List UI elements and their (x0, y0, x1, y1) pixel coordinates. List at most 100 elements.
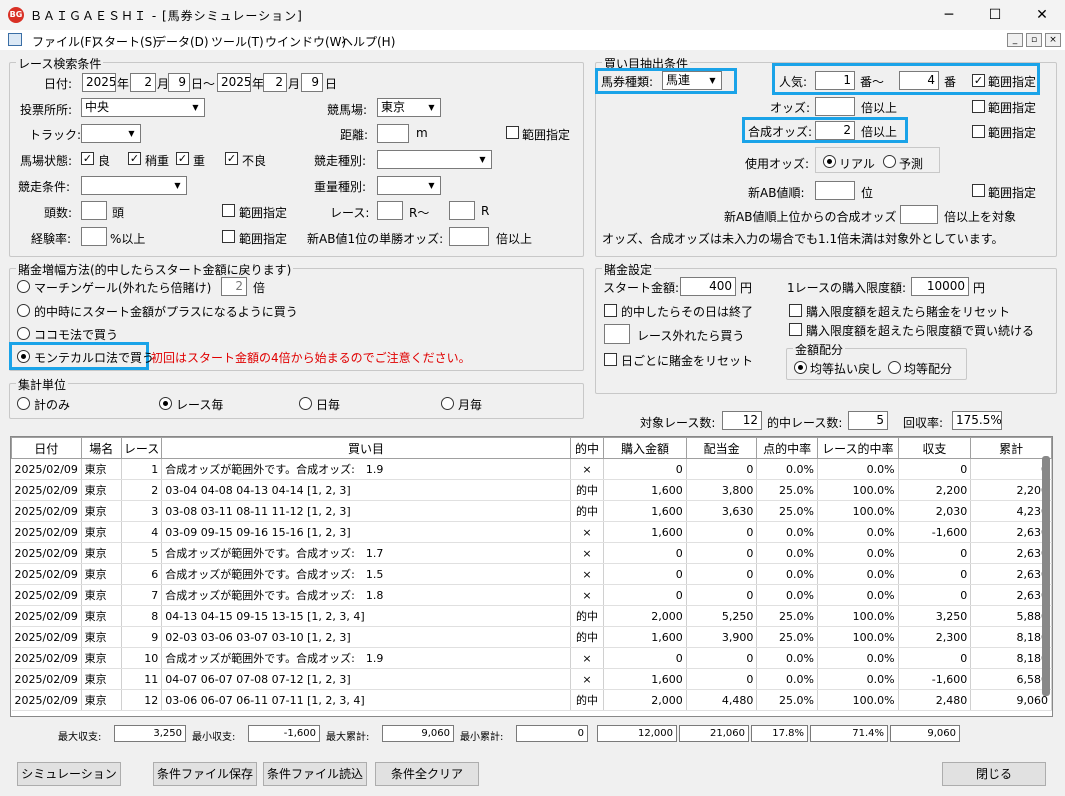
cond-good-checkbox[interactable]: ✓ (81, 152, 94, 165)
martingale-multiplier-input[interactable]: 2 (221, 277, 247, 296)
daily-reset-checkbox[interactable] (604, 353, 617, 366)
popularity-range-checkbox[interactable]: ✓ (972, 74, 985, 87)
ab-rank-input[interactable] (815, 181, 855, 200)
heads-input[interactable] (81, 201, 107, 220)
odds-input[interactable] (815, 97, 855, 116)
ticket-type-select[interactable]: 馬連 ▼ (662, 71, 722, 90)
column-header[interactable]: 点的中率 (756, 437, 818, 459)
from-month-input[interactable]: 2 (130, 73, 156, 92)
plus-on-hit-radio[interactable] (17, 304, 30, 317)
cond-bad-checkbox[interactable]: ✓ (225, 152, 238, 165)
ab-rank-range-checkbox[interactable] (972, 184, 985, 197)
table-row[interactable]: 2025/02/09 東京 6 合成オッズが範囲外です。合成オッズ: 1.5 × 0 0 0.… (11, 563, 1052, 585)
race-condition-select[interactable]: ▼ (81, 176, 187, 195)
table-row[interactable]: 2025/02/09 東京 8 04-13 04-15 09-15 13-15 [1,… (11, 605, 1052, 627)
menu-help[interactable]: ヘルプ(H) (341, 33, 395, 50)
column-header[interactable]: 累計 (970, 437, 1052, 459)
exp-input[interactable] (81, 227, 107, 246)
purchase-limit-input[interactable]: 10000 (911, 277, 969, 296)
column-header[interactable]: 収支 (897, 437, 972, 459)
menu-file[interactable]: ファイル(F) (32, 33, 96, 50)
close-window-button[interactable]: ✕ (1019, 0, 1065, 30)
table-cell: 4,480 (686, 689, 758, 711)
unit-month-radio[interactable] (441, 397, 454, 410)
save-conditions-button[interactable]: 条件ファイル保存 (153, 762, 257, 786)
window-title: ＢＡＩＧＡＥＳＨＩ - [馬券シミュレーション] (30, 9, 303, 23)
odds-real-radio[interactable] (823, 155, 836, 168)
mdi-restore-button[interactable]: ▫ (1026, 33, 1042, 47)
martingale-radio[interactable] (17, 280, 30, 293)
to-year-input[interactable]: 2025 (217, 73, 251, 92)
table-row[interactable]: 2025/02/09 東京 5 合成オッズが範囲外です。合成オッズ: 1.7 × 0 0 0.… (11, 542, 1052, 564)
column-header[interactable]: 的中 (569, 437, 605, 459)
table-row[interactable]: 2025/02/09 東京 3 03-08 03-11 08-11 11-12 [1,… (11, 500, 1052, 522)
column-header[interactable]: 場名 (80, 437, 122, 459)
montecarlo-radio[interactable] (17, 350, 30, 363)
simulation-button[interactable]: シミュレーション (17, 762, 121, 786)
synthetic-odds-input[interactable]: 2 (815, 121, 855, 140)
distance-input[interactable] (377, 124, 409, 143)
mdi-close-button[interactable]: × (1045, 33, 1061, 47)
column-header[interactable]: 買い目 (161, 437, 571, 459)
menu-window[interactable]: ウインドウ(W) (265, 33, 346, 50)
menu-start[interactable]: スタート(S) (92, 33, 157, 50)
close-button[interactable]: 閉じる (942, 762, 1046, 786)
heads-range-checkbox[interactable] (222, 204, 235, 217)
weight-type-select[interactable]: ▼ (377, 176, 441, 195)
table-row[interactable]: 2025/02/09 東京 4 03-09 09-15 09-16 15-16 [1,… (11, 521, 1052, 543)
load-conditions-button[interactable]: 条件ファイル読込 (263, 762, 367, 786)
grid-scrollbar[interactable] (1042, 456, 1050, 696)
table-row[interactable]: 2025/02/09 東京 9 02-03 03-06 03-07 03-10 [1,… (11, 626, 1052, 648)
to-month-input[interactable]: 2 (263, 73, 287, 92)
menu-tools[interactable]: ツール(T) (211, 33, 264, 50)
reset-over-limit-checkbox[interactable] (789, 304, 802, 317)
odds-range-checkbox[interactable] (972, 100, 985, 113)
table-cell: × (570, 584, 605, 606)
table-row[interactable]: 2025/02/09 東京 2 03-04 04-08 04-13 04-14 [1,… (11, 479, 1052, 501)
from-day-input[interactable]: 9 (168, 73, 190, 92)
popularity-from-input[interactable]: 1 (815, 71, 855, 90)
equal-payout-radio[interactable] (794, 361, 807, 374)
column-header[interactable]: 日付 (11, 437, 82, 459)
column-header[interactable]: レース的中率 (816, 437, 899, 459)
clear-conditions-button[interactable]: 条件全クリア (375, 762, 479, 786)
course-select[interactable]: ▼ (81, 124, 141, 143)
newab-odds-input[interactable] (449, 227, 489, 246)
mdi-minimize-button[interactable]: _ (1007, 33, 1023, 47)
table-row[interactable]: 2025/02/09 東京 12 03-06 06-07 06-11 07-11 [1… (11, 689, 1052, 711)
popularity-to-input[interactable]: 4 (899, 71, 939, 90)
table-row[interactable]: 2025/02/09 東京 7 合成オッズが範囲外です。合成オッズ: 1.8 × 0 0 0.… (11, 584, 1052, 606)
menu-data[interactable]: データ(D) (154, 33, 209, 50)
unit-total-radio[interactable] (17, 397, 30, 410)
synthetic-odds-range-checkbox[interactable] (972, 125, 985, 138)
race-type-select[interactable]: ▼ (377, 150, 492, 169)
continue-limit-checkbox[interactable] (789, 323, 802, 336)
stop-day-on-hit-checkbox[interactable] (604, 304, 617, 317)
unit-race-radio[interactable] (159, 397, 172, 410)
ab-top-input[interactable] (900, 205, 938, 224)
cond-slightly-heavy-checkbox[interactable]: ✓ (128, 152, 141, 165)
start-amount-input[interactable]: 400 (680, 277, 736, 296)
column-header[interactable]: レース (120, 437, 163, 459)
from-year-input[interactable]: 2025 (82, 73, 116, 92)
cocomo-radio[interactable] (17, 327, 30, 340)
maximize-button[interactable]: ☐ (972, 0, 1018, 30)
track-select[interactable]: 東京 ▼ (377, 98, 441, 117)
equal-split-radio[interactable] (888, 361, 901, 374)
venue-select[interactable]: 中央 ▼ (81, 98, 205, 117)
table-row[interactable]: 2025/02/09 東京 11 04-07 06-07 07-08 07-12 [1… (11, 668, 1052, 690)
cond-heavy-checkbox[interactable]: ✓ (176, 152, 189, 165)
unit-day-radio[interactable] (299, 397, 312, 410)
miss-race-input[interactable] (604, 324, 630, 344)
odds-predict-radio[interactable] (883, 155, 896, 168)
distance-range-checkbox[interactable] (506, 126, 519, 139)
column-header[interactable]: 購入金額 (603, 437, 687, 459)
table-row[interactable]: 2025/02/09 東京 10 合成オッズが範囲外です。合成オッズ: 1.9 × 0 0 0… (11, 647, 1052, 669)
column-header[interactable]: 配当金 (685, 437, 758, 459)
race-to-input[interactable] (449, 201, 475, 220)
exp-range-checkbox[interactable] (222, 230, 235, 243)
to-day-input[interactable]: 9 (301, 73, 323, 92)
table-row[interactable]: 2025/02/09 東京 1 合成オッズが範囲外です。合成オッズ: 1.9 × 0 0 0.… (11, 458, 1052, 480)
race-from-input[interactable] (377, 201, 403, 220)
minimize-button[interactable]: ─ (926, 0, 972, 30)
